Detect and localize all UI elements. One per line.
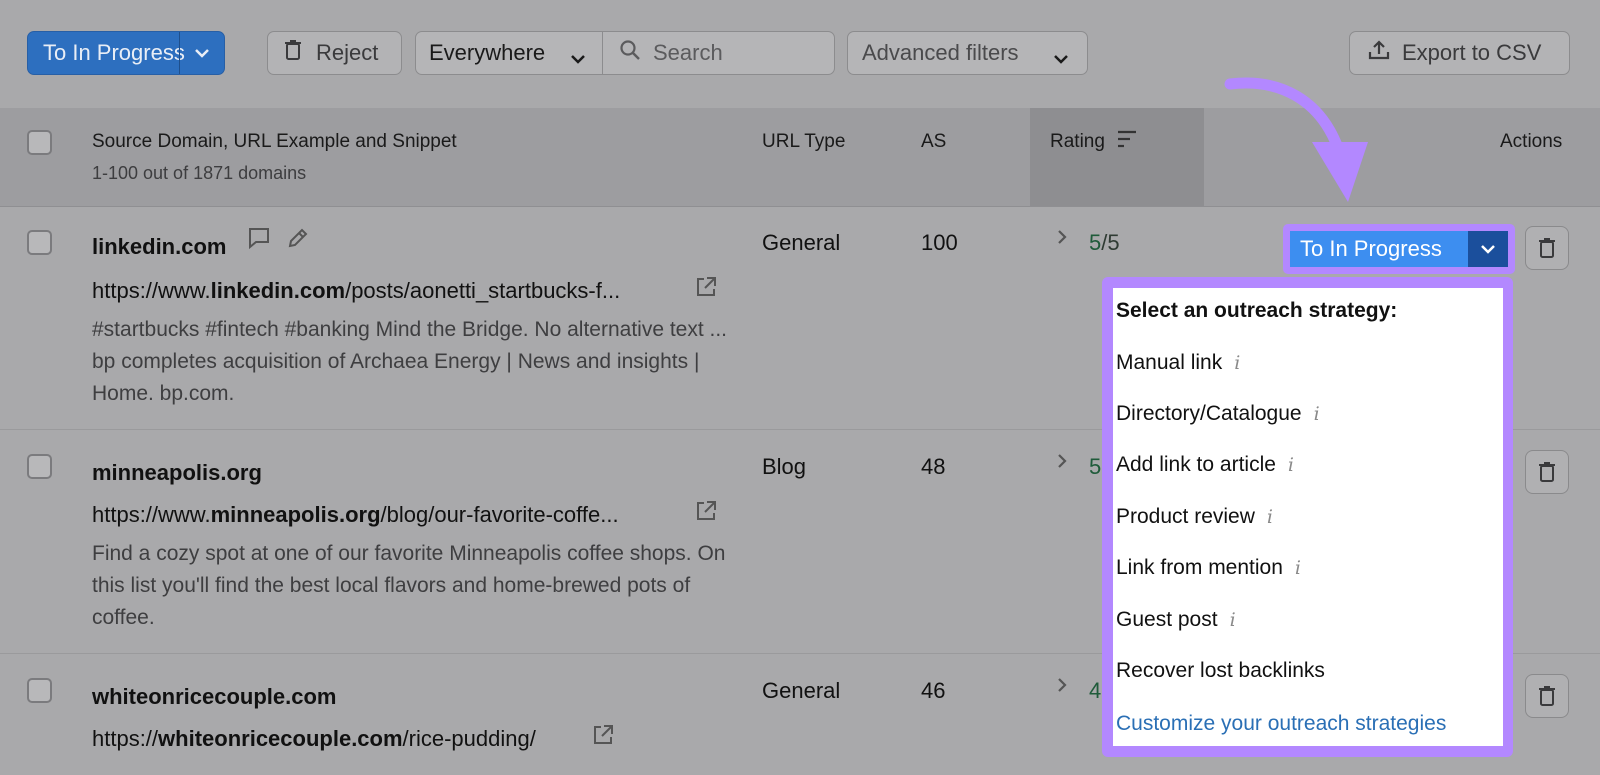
trash-icon bbox=[284, 39, 302, 67]
menu-item-recover-lost-backlinks[interactable]: Recover lost backlinks bbox=[1116, 659, 1325, 683]
external-link-icon[interactable] bbox=[695, 500, 717, 527]
row-rating: 5 bbox=[1089, 454, 1102, 479]
row-url[interactable]: https://www.linkedin.com/posts/aonetti_s… bbox=[92, 278, 620, 304]
row-as: 48 bbox=[921, 454, 946, 479]
column-actions: Actions bbox=[1500, 131, 1563, 152]
chevron-right-icon[interactable] bbox=[1056, 228, 1068, 251]
row-as: 46 bbox=[921, 678, 946, 703]
external-link-icon[interactable] bbox=[592, 724, 614, 751]
menu-item-guest-post[interactable]: Guest post i bbox=[1116, 608, 1236, 632]
chevron-down-icon bbox=[1053, 45, 1069, 71]
menu-item-directory-catalogue[interactable]: Directory/Catalogue i bbox=[1116, 402, 1320, 426]
export-csv-label: Export to CSV bbox=[1402, 40, 1542, 65]
chevron-down-icon[interactable] bbox=[179, 32, 224, 74]
row-checkbox[interactable] bbox=[27, 454, 52, 479]
select-all-checkbox[interactable] bbox=[27, 130, 52, 155]
row-rating: 5/5 bbox=[1089, 230, 1120, 255]
row-url-type: Blog bbox=[762, 454, 807, 479]
row-rating: 4 bbox=[1089, 678, 1102, 703]
row-snippet: Find a cozy spot at one of our favorite … bbox=[92, 542, 726, 629]
info-icon[interactable]: i bbox=[1295, 557, 1301, 579]
info-icon[interactable]: i bbox=[1288, 454, 1294, 476]
annotation-arrow-icon bbox=[1224, 77, 1368, 202]
reject-button[interactable]: Reject bbox=[267, 31, 402, 75]
column-rating[interactable]: Rating bbox=[1050, 131, 1105, 153]
row-checkbox[interactable] bbox=[27, 678, 52, 703]
delete-row-button[interactable] bbox=[1525, 226, 1569, 270]
delete-row-button[interactable] bbox=[1525, 450, 1569, 494]
row-url[interactable]: https://www.minneapolis.org/blog/our-fav… bbox=[92, 502, 619, 528]
domain-count: 1-100 out of 1871 domains bbox=[92, 163, 307, 183]
edit-icon[interactable] bbox=[286, 226, 310, 255]
menu-heading: Select an outreach strategy: bbox=[1116, 299, 1398, 322]
column-source: Source Domain, URL Example and Snippet bbox=[92, 131, 457, 152]
rating-column-header-bg bbox=[1030, 108, 1204, 206]
menu-item-product-review[interactable]: Product review i bbox=[1116, 505, 1273, 529]
advanced-filters-button[interactable]: Advanced filters bbox=[847, 31, 1088, 75]
info-icon[interactable]: i bbox=[1230, 609, 1236, 631]
column-url-type: URL Type bbox=[762, 131, 846, 152]
menu-item-manual-link[interactable]: Manual link i bbox=[1116, 351, 1240, 375]
row-url[interactable]: https://whiteonricecouple.com/rice-puddi… bbox=[92, 726, 536, 752]
menu-item-link-from-mention[interactable]: Link from mention i bbox=[1116, 556, 1301, 580]
chevron-right-icon[interactable] bbox=[1056, 676, 1068, 699]
info-icon[interactable]: i bbox=[1267, 506, 1273, 528]
search-input[interactable] bbox=[651, 39, 815, 67]
chevron-right-icon[interactable] bbox=[1056, 452, 1068, 475]
to-in-progress-bulk-button[interactable]: To In Progress bbox=[27, 31, 225, 75]
to-in-progress-row-button[interactable]: To In Progress bbox=[1290, 231, 1508, 267]
outreach-strategy-menu: Select an outreach strategy: Manual link… bbox=[1113, 288, 1503, 746]
row-snippet: #startbucks #fintech #banking Mind the B… bbox=[92, 318, 728, 405]
info-icon[interactable]: i bbox=[1314, 403, 1320, 425]
info-icon[interactable]: i bbox=[1234, 352, 1240, 374]
row-as: 100 bbox=[921, 230, 958, 255]
search-icon bbox=[619, 39, 641, 67]
scope-select[interactable]: Everywhere bbox=[415, 31, 603, 75]
chevron-down-icon[interactable] bbox=[1468, 231, 1508, 267]
reject-label: Reject bbox=[316, 40, 379, 65]
row-domain[interactable]: minneapolis.org bbox=[92, 460, 262, 486]
to-in-progress-row-label: To In Progress bbox=[1300, 236, 1442, 261]
comment-icon[interactable] bbox=[247, 226, 271, 255]
row-url-type: General bbox=[762, 678, 841, 703]
row-url-type: General bbox=[762, 230, 841, 255]
chevron-down-icon bbox=[570, 45, 586, 71]
upload-icon bbox=[1368, 39, 1390, 67]
customize-strategies-link[interactable]: Customize your outreach strategies bbox=[1116, 712, 1446, 736]
sort-icon[interactable] bbox=[1116, 129, 1138, 154]
column-as: AS bbox=[921, 131, 947, 152]
menu-item-add-link-to-article[interactable]: Add link to article i bbox=[1116, 453, 1294, 477]
scope-value: Everywhere bbox=[429, 40, 546, 65]
advanced-filters-label: Advanced filters bbox=[862, 40, 1019, 65]
search-box[interactable] bbox=[602, 31, 835, 75]
row-checkbox[interactable] bbox=[27, 230, 52, 255]
row-domain[interactable]: linkedin.com bbox=[92, 234, 226, 260]
delete-row-button[interactable] bbox=[1525, 674, 1569, 718]
external-link-icon[interactable] bbox=[695, 276, 717, 303]
row-domain[interactable]: whiteonricecouple.com bbox=[92, 684, 337, 710]
export-csv-button[interactable]: Export to CSV bbox=[1349, 31, 1570, 75]
